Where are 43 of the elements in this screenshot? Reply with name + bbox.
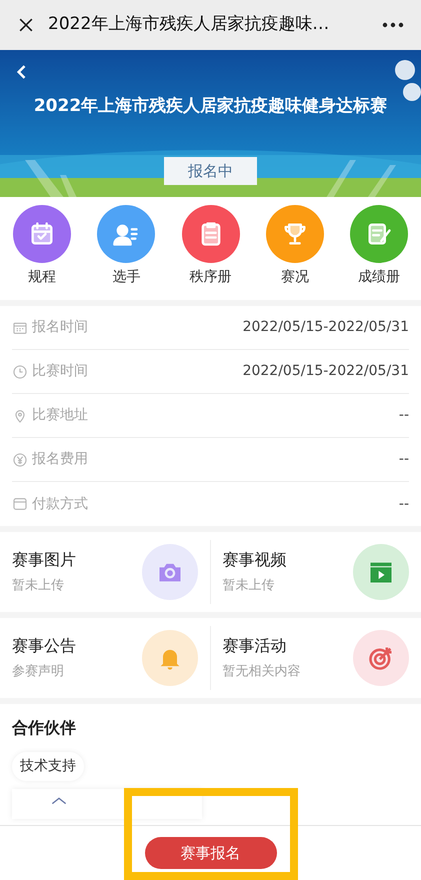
card-title: 赛事视频 [222, 549, 286, 572]
shortcut-label: 规程 [28, 268, 56, 287]
info-label: 报名时间 [32, 318, 89, 337]
section-title: 合作伙伴 [12, 717, 77, 739]
shortcut-item[interactable]: 规程 [12, 205, 72, 288]
info-value: -- [398, 494, 409, 514]
info-value: -- [398, 406, 409, 425]
info-label: 比赛地址 [32, 406, 89, 425]
shortcut-item[interactable]: 成绩册 [349, 205, 409, 288]
info-label: 比赛时间 [32, 362, 89, 381]
shortcut-label: 秩序册 [190, 268, 232, 287]
info-value: -- [398, 450, 409, 469]
partner-tag: 技术支持 [12, 752, 84, 781]
info-label: 付款方式 [32, 494, 89, 514]
shortcut-item[interactable]: 选手 [96, 205, 156, 288]
feature-card[interactable]: 赛事视频 暂未上传 [210, 540, 421, 604]
card-title: 赛事活动 [222, 635, 288, 658]
yen-icon [12, 452, 28, 468]
info-value: 2022/05/15-2022/05/31 [242, 318, 409, 337]
info-label: 报名费用 [32, 450, 89, 469]
shortcut-label: 赛况 [280, 268, 309, 287]
shortcut-label: 成绩册 [358, 268, 400, 287]
feature-card[interactable]: 赛事图片 暂未上传 [0, 540, 210, 604]
info-value: 2022/05/15-2022/05/31 [242, 362, 409, 381]
shortcut-item[interactable]: 秩序册 [180, 205, 240, 288]
card-subtitle: 暂无相关内容 [222, 663, 300, 682]
page-title: 2022年上海市残疾人居家抗疫趣味… [48, 13, 330, 36]
feature-card[interactable]: 赛事公告 参赛声明 [0, 626, 210, 690]
more-icon[interactable] [381, 21, 405, 29]
card-title: 赛事公告 [12, 635, 76, 658]
shortcut-label: 选手 [112, 268, 140, 287]
clock-icon [12, 364, 28, 380]
wallet-icon [12, 496, 28, 512]
chevron-up-icon [51, 797, 67, 805]
card-title: 赛事图片 [12, 549, 76, 572]
status-badge: 报名中 [164, 156, 257, 185]
card-subtitle: 参赛声明 [12, 663, 65, 682]
card-subtitle: 暂未上传 [12, 577, 65, 596]
card-subtitle: 暂未上传 [222, 577, 276, 596]
event-title: 2022年上海市残疾人居家抗疫趣味健身达标赛 [34, 95, 388, 118]
shortcut-item[interactable]: 赛况 [264, 205, 325, 288]
feature-card[interactable]: 赛事活动 暂无相关内容 [210, 626, 421, 690]
register-button[interactable]: 赛事报名 [144, 837, 276, 869]
